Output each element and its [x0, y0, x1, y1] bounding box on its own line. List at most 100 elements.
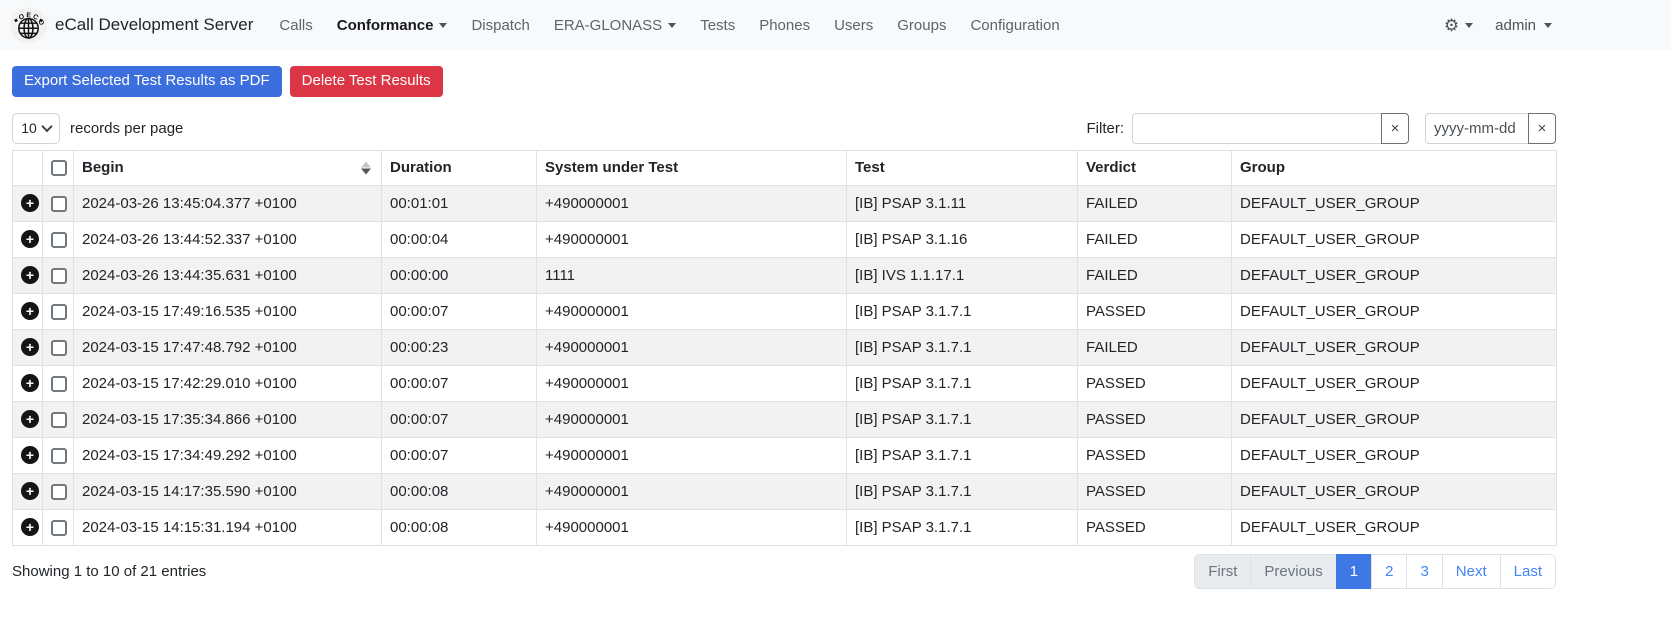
expand-row-icon[interactable]: + [21, 410, 39, 428]
column-header-duration[interactable]: Duration [382, 150, 537, 185]
select-all-checkbox[interactable] [51, 160, 67, 176]
export-pdf-button[interactable]: Export Selected Test Results as PDF [12, 66, 282, 97]
checkbox-cell [43, 257, 74, 293]
cell-verdict: FAILED [1078, 185, 1232, 221]
page-button-2[interactable]: 2 [1371, 554, 1407, 589]
cell-group: DEFAULT_USER_GROUP [1232, 401, 1557, 437]
checkbox-cell [43, 365, 74, 401]
checkbox-cell [43, 473, 74, 509]
select-all-header [43, 150, 74, 185]
nav-item-tests[interactable]: Tests [692, 11, 743, 40]
expand-row-icon[interactable]: + [21, 446, 39, 464]
cell-group: DEFAULT_USER_GROUP [1232, 365, 1557, 401]
cell-test: [IB] PSAP 3.1.7.1 [847, 401, 1078, 437]
settings-menu[interactable]: ⚙ [1444, 17, 1473, 34]
nav-item-label: Phones [759, 17, 810, 34]
column-header-test[interactable]: Test [847, 150, 1078, 185]
entries-summary: Showing 1 to 10 of 21 entries [12, 563, 206, 580]
page-button-next[interactable]: Next [1442, 554, 1501, 589]
date-filter-group: × [1425, 113, 1556, 144]
cell-test: [IB] PSAP 3.1.7.1 [847, 365, 1078, 401]
row-checkbox[interactable] [51, 304, 67, 320]
expand-row-icon[interactable]: + [21, 266, 39, 284]
chevron-down-icon [1544, 23, 1552, 28]
expand-row-icon[interactable]: + [21, 302, 39, 320]
nav-item-calls[interactable]: Calls [271, 11, 320, 40]
cell-duration: 00:00:08 [382, 509, 537, 545]
date-filter-input[interactable] [1425, 113, 1529, 144]
row-checkbox[interactable] [51, 520, 67, 536]
row-checkbox[interactable] [51, 376, 67, 392]
cell-group: DEFAULT_USER_GROUP [1232, 329, 1557, 365]
chevron-down-icon [41, 121, 52, 132]
row-checkbox[interactable] [51, 232, 67, 248]
cell-test: [IB] PSAP 3.1.16 [847, 221, 1078, 257]
expand-cell: + [13, 437, 43, 473]
row-checkbox[interactable] [51, 412, 67, 428]
checkbox-cell [43, 509, 74, 545]
column-header-group[interactable]: Group [1232, 150, 1557, 185]
page-button-1[interactable]: 1 [1336, 554, 1372, 589]
cell-group: DEFAULT_USER_GROUP [1232, 221, 1557, 257]
table-row: +2024-03-15 17:34:49.292 +010000:00:07+4… [13, 437, 1557, 473]
expand-row-icon[interactable]: + [21, 518, 39, 536]
row-checkbox[interactable] [51, 448, 67, 464]
expand-row-icon[interactable]: + [21, 230, 39, 248]
page-button-3[interactable]: 3 [1406, 554, 1442, 589]
row-checkbox[interactable] [51, 196, 67, 212]
page-button-previous[interactable]: Previous [1250, 554, 1336, 589]
nav-item-dispatch[interactable]: Dispatch [463, 11, 537, 40]
nav-item-era-glonass[interactable]: ERA-GLONASS [546, 11, 684, 40]
clear-date-button[interactable]: × [1528, 113, 1556, 144]
expand-cell: + [13, 509, 43, 545]
expand-cell: + [13, 365, 43, 401]
cell-verdict: PASSED [1078, 365, 1232, 401]
cell-group: DEFAULT_USER_GROUP [1232, 437, 1557, 473]
column-header-begin[interactable]: Begin [74, 150, 382, 185]
nav-item-users[interactable]: Users [826, 11, 881, 40]
row-checkbox[interactable] [51, 340, 67, 356]
cell-system-under-test: +490000001 [537, 437, 847, 473]
cell-begin: 2024-03-26 13:44:52.337 +0100 [74, 221, 382, 257]
filter-input[interactable] [1132, 113, 1382, 144]
column-header-system-under-test[interactable]: System under Test [537, 150, 847, 185]
cell-system-under-test: +490000001 [537, 473, 847, 509]
records-per-page-label: records per page [70, 120, 183, 137]
expand-row-icon[interactable]: + [21, 482, 39, 500]
checkbox-cell [43, 185, 74, 221]
nav-item-groups[interactable]: Groups [889, 11, 954, 40]
cell-begin: 2024-03-26 13:44:35.631 +0100 [74, 257, 382, 293]
row-checkbox[interactable] [51, 484, 67, 500]
column-header-verdict[interactable]: Verdict [1078, 150, 1232, 185]
delete-results-button[interactable]: Delete Test Results [290, 66, 443, 97]
cell-system-under-test: +490000001 [537, 185, 847, 221]
cell-test: [IB] PSAP 3.1.7.1 [847, 437, 1078, 473]
cell-duration: 00:00:00 [382, 257, 537, 293]
cell-group: DEFAULT_USER_GROUP [1232, 473, 1557, 509]
table-row: +2024-03-15 17:49:16.535 +010000:00:07+4… [13, 293, 1557, 329]
page-button-first[interactable]: First [1194, 554, 1251, 589]
row-checkbox[interactable] [51, 268, 67, 284]
expand-row-icon[interactable]: + [21, 194, 39, 212]
page-size-select[interactable]: 10 [12, 113, 60, 144]
page-button-last[interactable]: Last [1500, 554, 1556, 589]
clear-filter-button[interactable]: × [1381, 113, 1409, 144]
expand-row-icon[interactable]: + [21, 374, 39, 392]
nav-item-label: Configuration [970, 17, 1059, 34]
user-menu[interactable]: admin [1495, 17, 1552, 34]
nav-item-configuration[interactable]: Configuration [962, 11, 1067, 40]
expand-row-icon[interactable]: + [21, 338, 39, 356]
cell-verdict: FAILED [1078, 329, 1232, 365]
nav-item-label: Dispatch [471, 17, 529, 34]
page-size-value: 10 [21, 120, 37, 136]
oecon-globe-logo: OECON [10, 7, 47, 44]
cell-begin: 2024-03-15 14:15:31.194 +0100 [74, 509, 382, 545]
nav-item-phones[interactable]: Phones [751, 11, 818, 40]
cell-verdict: PASSED [1078, 437, 1232, 473]
expand-cell: + [13, 473, 43, 509]
expand-cell: + [13, 329, 43, 365]
nav-item-conformance[interactable]: Conformance [329, 11, 456, 40]
cell-group: DEFAULT_USER_GROUP [1232, 509, 1557, 545]
filter-label: Filter: [1087, 120, 1125, 137]
cell-group: DEFAULT_USER_GROUP [1232, 185, 1557, 221]
